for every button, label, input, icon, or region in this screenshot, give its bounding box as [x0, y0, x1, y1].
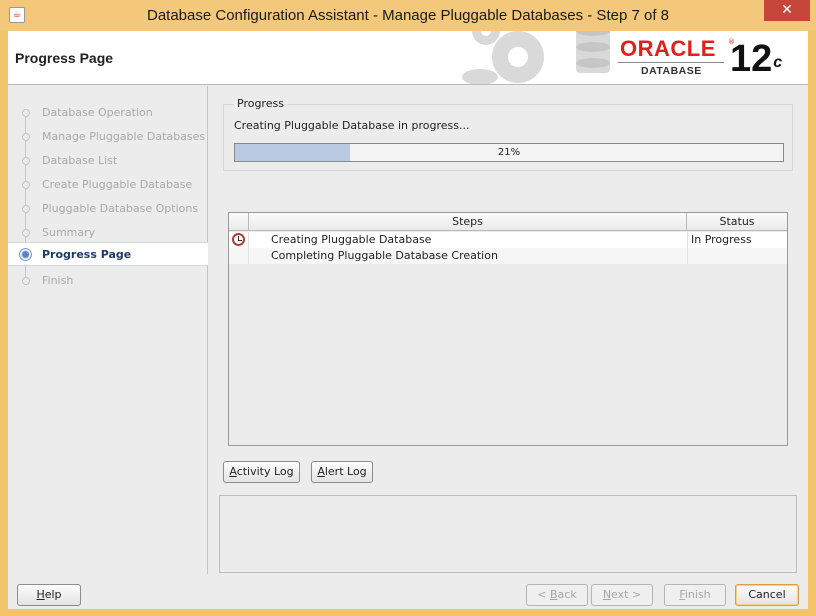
step-status: In Progress [687, 232, 787, 248]
step-name: Creating Pluggable Database [271, 233, 432, 246]
title-bar[interactable]: ☕ Database Configuration Assistant - Man… [0, 0, 816, 31]
nav-step-label: Summary [42, 226, 96, 239]
logo-product: DATABASE [641, 65, 702, 77]
logo-version: 12c [730, 38, 783, 80]
table-row[interactable]: Creating Pluggable Database In Progress [229, 232, 787, 248]
activity-log-button[interactable]: Activity Log [223, 461, 300, 483]
step-dot-icon [22, 157, 30, 165]
progress-group: Progress Creating Pluggable Database in … [223, 97, 793, 171]
table-header: Steps Status [229, 213, 787, 231]
column-header-status[interactable]: Status [687, 213, 787, 231]
step-dot-icon [22, 277, 30, 285]
window-title: Database Configuration Assistant - Manag… [147, 7, 669, 24]
next-button[interactable]: Next > [591, 584, 653, 606]
step-status [687, 248, 787, 264]
step-dot-icon [22, 133, 30, 141]
dialog-client-area: Progress Page ORACLE ® DATABASE 12c Data… [8, 31, 808, 609]
page-title: Progress Page [15, 50, 114, 66]
alert-log-button[interactable]: Alert Log [311, 461, 373, 483]
close-window-button[interactable]: ✕ [764, 0, 810, 21]
step-dot-icon [22, 205, 30, 213]
nav-step-finish[interactable]: Finish [8, 269, 208, 293]
nav-step-database-list[interactable]: Database List [8, 149, 208, 173]
nav-step-label: Finish [42, 274, 74, 287]
application-window: ☕ Database Configuration Assistant - Man… [0, 0, 816, 616]
details-panel [219, 495, 797, 573]
nav-step-manage-pluggable-databases[interactable]: Manage Pluggable Databases [8, 125, 208, 149]
nav-step-label: Progress Page [42, 248, 132, 261]
steps-table[interactable]: Steps Status Creating Pluggable Database… [228, 212, 788, 446]
header-banner: Progress Page ORACLE ® DATABASE 12c [8, 31, 808, 85]
nav-step-label: Database Operation [42, 106, 153, 119]
help-button[interactable]: Help [17, 584, 81, 606]
gears-decoration-icon [462, 31, 610, 84]
step-dot-icon [22, 229, 30, 237]
progress-group-legend: Progress [234, 97, 287, 110]
nav-step-label: Create Pluggable Database [42, 178, 193, 191]
column-header-icon[interactable] [229, 213, 249, 231]
nav-step-database-operation[interactable]: Database Operation [8, 101, 208, 125]
nav-step-pluggable-database-options[interactable]: Pluggable Database Options [8, 197, 208, 221]
progress-message: Creating Pluggable Database in progress.… [234, 119, 470, 132]
close-icon: ✕ [781, 2, 793, 18]
logo-divider [618, 62, 724, 63]
back-button[interactable]: < Back [526, 584, 588, 606]
step-dot-icon [22, 181, 30, 189]
step-dot-icon [22, 109, 30, 117]
nav-step-label: Database List [42, 154, 118, 167]
footer-button-bar: Help < Back Next > Finish Cancel [8, 574, 808, 609]
row-icon-cell [229, 248, 249, 264]
clock-icon [232, 233, 245, 246]
step-name: Completing Pluggable Database Creation [271, 249, 498, 262]
current-step-icon [19, 248, 32, 261]
progress-percent: 21% [497, 147, 521, 158]
column-header-steps[interactable]: Steps [249, 213, 687, 231]
progress-bar: 21% [234, 143, 784, 162]
nav-step-progress-page[interactable]: Progress Page [8, 242, 208, 266]
step-navigation: Database Operation Manage Pluggable Data… [8, 86, 208, 574]
nav-step-label: Pluggable Database Options [42, 202, 199, 215]
finish-button[interactable]: Finish [664, 584, 726, 606]
logo-brand: ORACLE [620, 36, 716, 61]
row-icon-cell [229, 232, 249, 248]
cancel-button[interactable]: Cancel [735, 584, 799, 606]
table-row[interactable]: Completing Pluggable Database Creation [229, 248, 787, 264]
nav-step-create-pluggable-database[interactable]: Create Pluggable Database [8, 173, 208, 197]
main-content: Progress Creating Pluggable Database in … [209, 86, 808, 574]
nav-step-label: Manage Pluggable Databases [42, 130, 206, 143]
